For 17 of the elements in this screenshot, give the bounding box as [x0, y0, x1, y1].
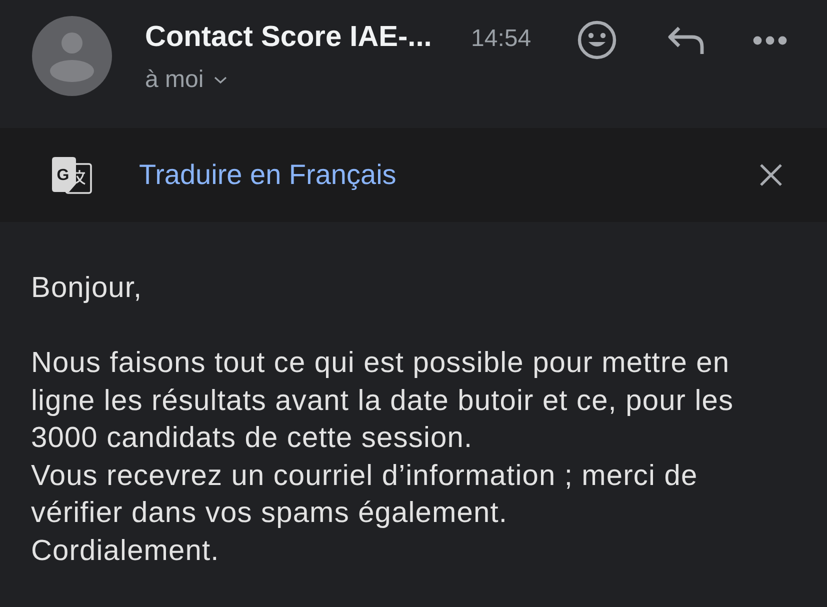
sender-name: Contact Score IAE-...: [145, 20, 433, 55]
chevron-down-icon: [214, 76, 227, 84]
message-paragraph: Cordialement.: [31, 534, 220, 568]
reply-icon: [667, 25, 705, 55]
translate-link[interactable]: Traduire en Français: [139, 154, 396, 196]
greeting-text: Bonjour,: [31, 271, 142, 306]
reply-button[interactable]: [667, 24, 705, 56]
avatar-icon: [32, 16, 112, 96]
more-icon: [753, 36, 787, 44]
smiley-icon: [577, 20, 617, 60]
close-icon: [759, 163, 783, 187]
emoji-reaction-button[interactable]: [577, 20, 617, 60]
recipient-dropdown[interactable]: à moi: [145, 62, 227, 98]
more-options-button[interactable]: [753, 35, 787, 45]
message-paragraph: Vous recevrez un courriel d’information ; merci de vérifier dans vos spams également.: [31, 458, 699, 531]
time-label: 14:54: [471, 24, 532, 54]
message-paragraph: Nous faisons tout ce qui est possible pour mettre en ligne les résultats avant la date butoir et ce, pour les 3000 candidats de cette session.: [31, 346, 735, 456]
